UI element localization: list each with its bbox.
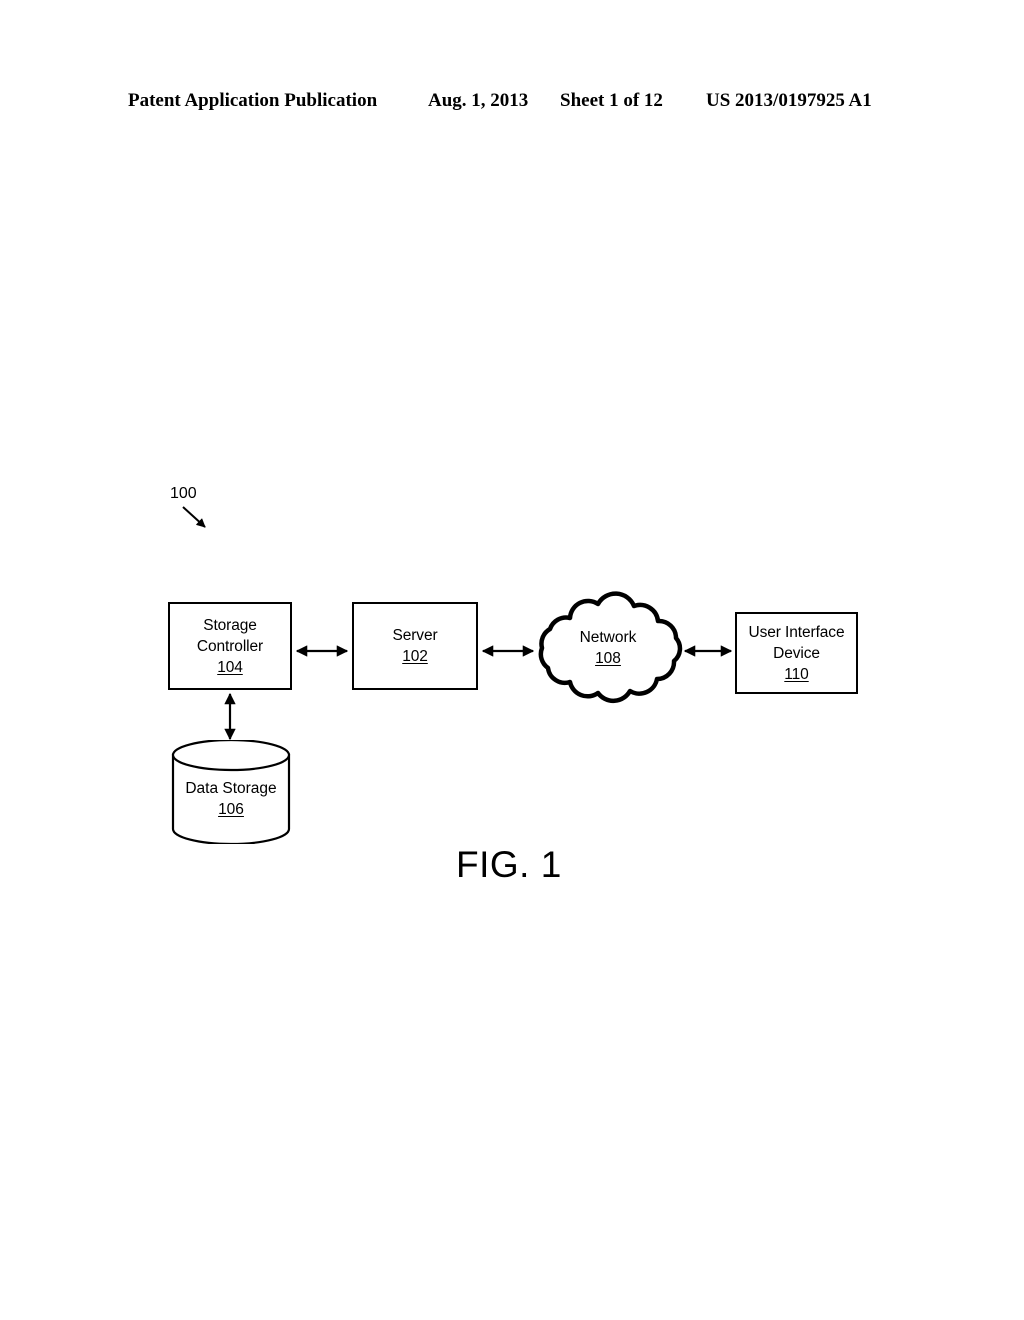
server-reference-numeral: 102 <box>402 648 428 665</box>
ui-device-reference-numeral: 110 <box>784 665 809 683</box>
callout-leader-arrow <box>182 506 206 528</box>
node-data-storage[interactable]: Data Storage 106 <box>171 740 291 844</box>
system-callout-label: 100 <box>170 485 197 502</box>
node-storage-controller[interactable]: Storage Controller 104 <box>168 602 292 690</box>
node-user-interface-device[interactable]: User Interface Device 110 <box>735 612 858 694</box>
network-line-1: Network <box>579 629 637 646</box>
data-storage-line-1: Data Storage <box>185 780 277 797</box>
storage-controller-line-2: Controller <box>196 637 264 655</box>
system-callout-100: 100 <box>170 484 197 504</box>
network-reference-numeral: 108 <box>595 650 621 667</box>
storage-controller-line-1: Storage <box>203 616 257 634</box>
node-network-cloud[interactable]: Network 108 <box>524 588 692 708</box>
figure-caption-label: FIG. 1 <box>456 844 562 885</box>
connector-layer <box>182 506 733 741</box>
figure-caption: FIG. 1 <box>456 843 562 887</box>
data-storage-text: Data Storage 106 <box>171 754 291 844</box>
storage-controller-reference-numeral: 104 <box>217 658 243 676</box>
ui-device-line-1: User Interface <box>748 623 845 641</box>
figure-1-diagram: 100 Storage Controller 104 Server 102 Ne… <box>0 0 1024 1320</box>
network-cloud-text: Network 108 <box>524 588 692 708</box>
data-storage-reference-numeral: 106 <box>218 801 244 818</box>
ui-device-line-2: Device <box>773 644 820 662</box>
node-server[interactable]: Server 102 <box>352 602 478 690</box>
server-line-1: Server <box>392 627 438 644</box>
